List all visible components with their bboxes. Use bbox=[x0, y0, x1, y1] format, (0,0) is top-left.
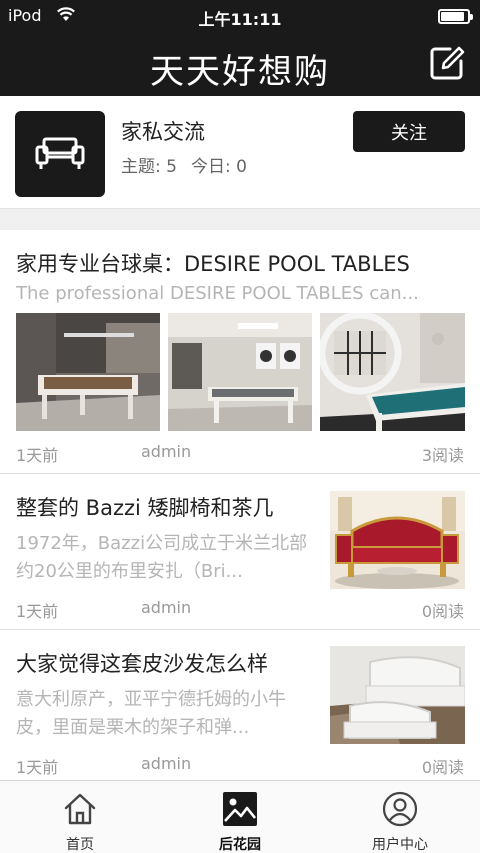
forum-header: 家私交流 主题: 5 今日: 0 关注 bbox=[0, 96, 480, 208]
tab-label: 后花园 bbox=[219, 837, 261, 853]
post-reads: 0阅读 bbox=[421, 602, 464, 621]
battery-level bbox=[441, 12, 464, 21]
post-author[interactable]: admin bbox=[141, 598, 191, 617]
nav-bar: 天天好想购 bbox=[0, 32, 480, 96]
edit-icon[interactable] bbox=[428, 44, 466, 82]
post-title[interactable]: 家用专业台球桌：DESIRE POOL TABLES bbox=[16, 248, 466, 278]
section-divider bbox=[0, 208, 480, 230]
forum-name: 家私交流 bbox=[121, 120, 205, 144]
post-author[interactable]: admin bbox=[141, 754, 191, 773]
post-image[interactable] bbox=[330, 646, 465, 744]
garden-icon bbox=[222, 791, 258, 827]
post-item[interactable]: 整套的 Bazzi 矮脚椅和茶几 1972年，Bazzi公司成立于米兰北部约20… bbox=[0, 474, 480, 630]
status-time: 上午11:11 bbox=[198, 10, 282, 29]
post-title[interactable]: 整套的 Bazzi 矮脚椅和茶几 bbox=[16, 492, 316, 522]
post-title[interactable]: 大家觉得这套皮沙发怎么样 bbox=[16, 648, 316, 678]
post-item[interactable]: 家用专业台球桌：DESIRE POOL TABLES The professio… bbox=[0, 230, 480, 474]
sofa-icon bbox=[15, 111, 105, 197]
post-summary: 意大利原产，亚平宁德托姆的小牛皮，里面是栗木的架子和弹... bbox=[16, 689, 286, 738]
page-title: 天天好想购 bbox=[150, 52, 330, 92]
topics-count: 主题: 5 bbox=[121, 157, 177, 177]
user-icon bbox=[382, 791, 418, 827]
tab-user-center[interactable]: 用户中心 bbox=[320, 781, 480, 853]
post-image[interactable] bbox=[320, 313, 465, 431]
follow-button[interactable]: 关注 bbox=[353, 111, 465, 152]
post-summary: 1972年，Bazzi公司成立于米兰北部约20公里的布里安扎（Bri... bbox=[16, 533, 308, 582]
post-age: 1天前 bbox=[16, 446, 59, 465]
post-image[interactable] bbox=[330, 491, 465, 589]
post-age: 1天前 bbox=[16, 758, 59, 777]
post-item[interactable]: 大家觉得这套皮沙发怎么样 意大利原产，亚平宁德托姆的小牛皮，里面是栗木的架子和弹… bbox=[0, 630, 480, 780]
post-age: 1天前 bbox=[16, 602, 59, 621]
home-icon bbox=[62, 791, 98, 827]
battery-icon bbox=[438, 9, 473, 24]
post-reads: 3阅读 bbox=[421, 446, 464, 465]
post-image[interactable] bbox=[16, 313, 160, 431]
tab-bar: 首页 后花园 用户中心 bbox=[0, 780, 480, 853]
post-author[interactable]: admin bbox=[141, 442, 191, 461]
post-summary: The professional DESIRE POOL TABLES can.… bbox=[16, 283, 419, 304]
tab-home[interactable]: 首页 bbox=[0, 781, 160, 853]
today-count: 今日: 0 bbox=[190, 157, 247, 177]
post-image[interactable] bbox=[168, 313, 312, 431]
tab-label: 用户中心 bbox=[372, 837, 428, 853]
status-bar: iPod 上午11:11 bbox=[0, 0, 480, 32]
post-reads: 0阅读 bbox=[421, 758, 464, 777]
tab-garden[interactable]: 后花园 bbox=[160, 781, 320, 853]
tab-label: 首页 bbox=[66, 837, 94, 853]
forum-stats: 主题: 5 今日: 0 bbox=[121, 152, 247, 177]
